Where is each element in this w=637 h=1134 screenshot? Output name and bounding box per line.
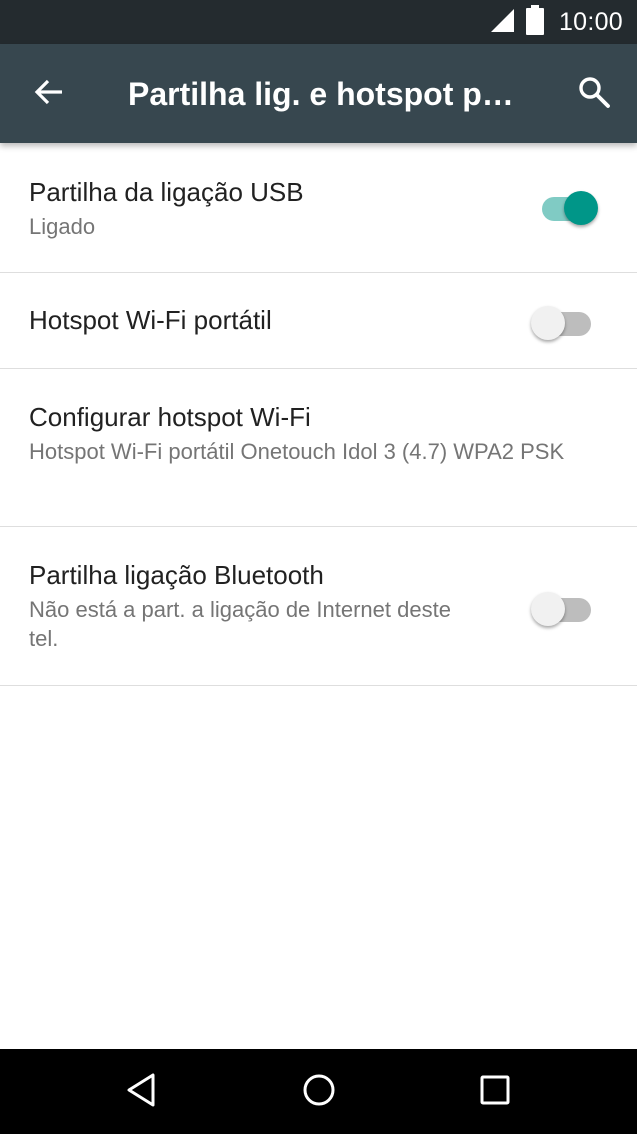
wifi-hotspot-toggle[interactable] (531, 301, 595, 341)
status-time: 10:00 (558, 7, 623, 36)
page-title: Partilha lig. e hotspot portátil (128, 76, 528, 112)
setting-bluetooth-title: Partilha ligação Bluetooth (29, 560, 324, 590)
setting-usb-summary: Ligado (29, 214, 96, 239)
back-button[interactable] (26, 71, 72, 117)
setting-bluetooth-tethering[interactable]: Partilha ligação Bluetooth Não está a pa… (0, 527, 637, 686)
setting-configure-hotspot[interactable]: Configurar hotspot Wi-Fi Hotspot Wi-Fi p… (0, 369, 637, 527)
recents-square-icon (479, 1074, 511, 1111)
home-circle-icon (301, 1072, 337, 1113)
setting-bluetooth-summary: Não está a part. a ligação de Internet d… (29, 597, 451, 651)
toggle-thumb (564, 191, 598, 225)
back-triangle-icon (125, 1072, 157, 1113)
nav-home-button[interactable] (294, 1067, 344, 1117)
nav-recents-button[interactable] (470, 1067, 520, 1117)
setting-wifi-hotspot-title: Hotspot Wi-Fi portátil (29, 305, 272, 335)
app-bar: Partilha lig. e hotspot portátil (0, 44, 637, 143)
battery-icon (525, 4, 545, 40)
setting-usb-tethering[interactable]: Partilha da ligação USB Ligado (0, 143, 637, 273)
status-icons: 10:00 (489, 0, 623, 44)
arrow-back-icon (33, 76, 65, 113)
search-icon (577, 75, 611, 114)
settings-list: Partilha da ligação USB Ligado Hotspot W… (0, 143, 637, 686)
nav-back-button[interactable] (116, 1067, 166, 1117)
setting-wifi-hotspot[interactable]: Hotspot Wi-Fi portátil (0, 273, 637, 369)
navigation-bar (0, 1049, 637, 1134)
setting-configure-title: Configurar hotspot Wi-Fi (29, 402, 311, 432)
search-button[interactable] (571, 71, 617, 117)
usb-tethering-toggle[interactable] (534, 186, 598, 226)
setting-configure-summary: Hotspot Wi-Fi portátil Onetouch Idol 3 (… (29, 439, 565, 464)
setting-usb-text: Partilha da ligação USB Ligado (29, 176, 304, 241)
toggle-thumb (531, 592, 565, 626)
setting-configure-text: Configurar hotspot Wi-Fi Hotspot Wi-Fi p… (29, 401, 589, 466)
toggle-thumb (531, 306, 565, 340)
setting-bluetooth-text: Partilha ligação Bluetooth Não está a pa… (29, 559, 469, 653)
setting-wifi-hotspot-text: Hotspot Wi-Fi portátil (29, 304, 272, 336)
signal-icon (489, 7, 515, 38)
status-bar: 10:00 (0, 0, 637, 44)
bluetooth-tethering-toggle[interactable] (531, 587, 595, 627)
setting-usb-title: Partilha da ligação USB (29, 177, 304, 207)
